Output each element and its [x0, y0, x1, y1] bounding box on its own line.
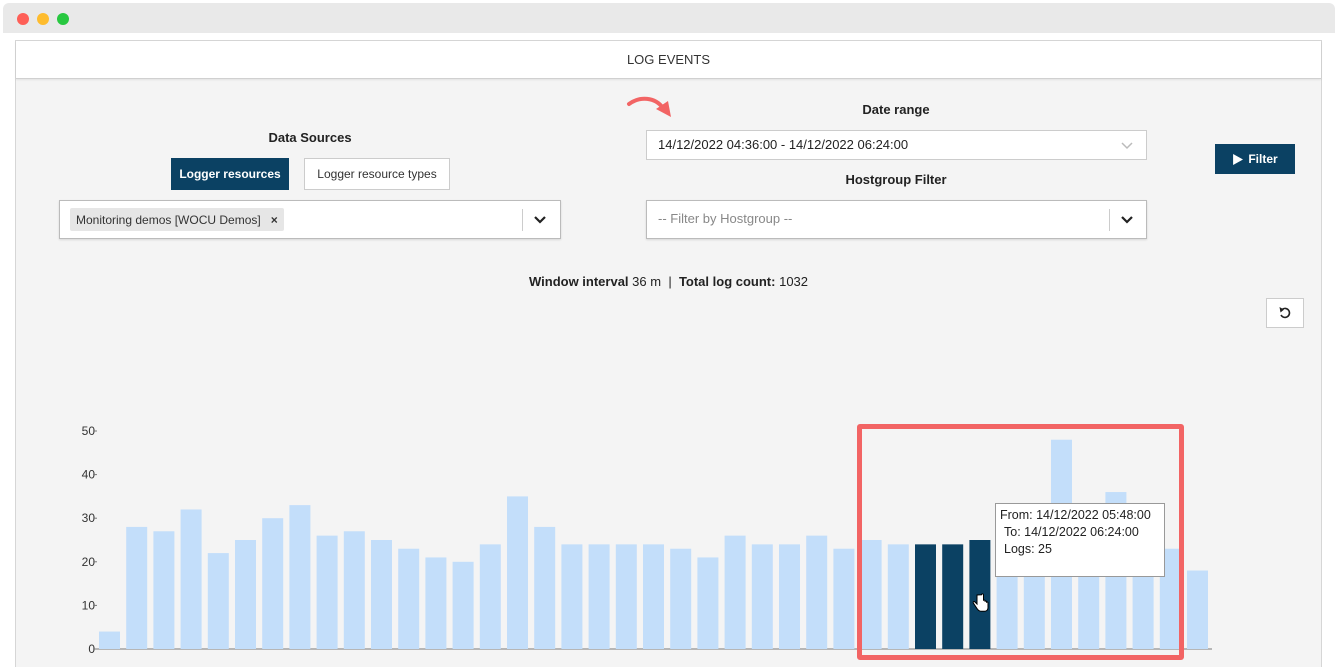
histogram-bar[interactable] [697, 557, 719, 649]
histogram-bar[interactable] [534, 526, 556, 649]
histogram-bar[interactable] [779, 544, 800, 649]
histogram-bar[interactable] [153, 531, 175, 649]
histogram-bar[interactable] [833, 548, 855, 649]
histogram-bar[interactable] [371, 540, 392, 649]
histogram-bar[interactable] [479, 544, 501, 649]
tooltip-logs: Logs: 25 [1004, 542, 1052, 556]
histogram-bar[interactable] [806, 535, 828, 649]
histogram-bar[interactable] [452, 561, 474, 649]
histogram-bar[interactable] [180, 509, 202, 649]
histogram-bar[interactable] [289, 505, 311, 649]
histogram-bar[interactable] [343, 531, 365, 649]
histogram-bar[interactable] [1187, 570, 1208, 649]
histogram-bar[interactable] [316, 535, 338, 649]
histogram-bar[interactable] [751, 544, 773, 649]
histogram-bar[interactable] [615, 544, 637, 649]
hand-cursor-icon [972, 593, 989, 612]
histogram-bar[interactable] [588, 544, 610, 649]
histogram-bar[interactable] [507, 496, 528, 649]
tooltip-from: From: 14/12/2022 05:48:00 [1000, 508, 1151, 522]
histogram-bar[interactable] [643, 544, 664, 649]
tooltip-to: To: 14/12/2022 06:24:00 [1004, 525, 1139, 539]
histogram-bar[interactable] [561, 544, 583, 649]
histogram-bar[interactable] [126, 526, 148, 649]
histogram-bar[interactable] [670, 548, 692, 649]
histogram-bar[interactable] [99, 631, 120, 649]
histogram-bar[interactable] [724, 535, 746, 649]
histogram-bar[interactable] [425, 557, 447, 649]
histogram-bar[interactable] [235, 540, 256, 649]
histogram-bar[interactable] [262, 518, 284, 649]
histogram-bar[interactable] [398, 548, 420, 649]
histogram-bar[interactable] [207, 553, 229, 649]
bar-tooltip: From: 14/12/2022 05:48:00 To: 14/12/2022… [995, 503, 1165, 577]
